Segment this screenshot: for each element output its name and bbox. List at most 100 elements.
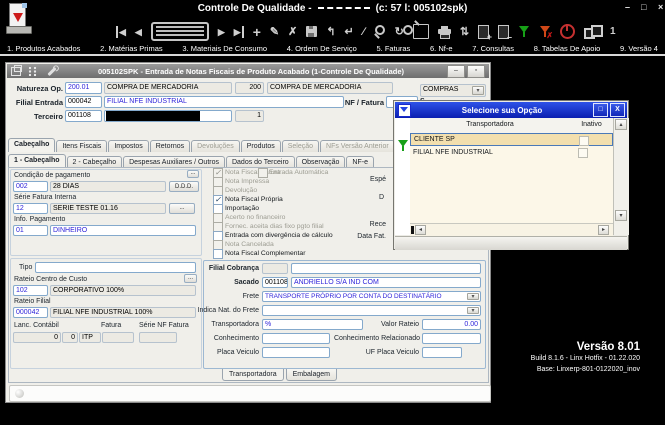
tipo-field[interactable] xyxy=(35,262,196,273)
add-icon[interactable]: + xyxy=(253,26,261,38)
sort-icon[interactable]: ⇅ xyxy=(460,26,469,38)
serie-more-button[interactable]: ... xyxy=(169,203,195,214)
brush-icon[interactable]: ∕ xyxy=(363,26,365,38)
rateio-filial-code-field[interactable]: 000042 xyxy=(13,307,48,318)
version-title: Versão 8.01 xyxy=(380,341,640,353)
frete-dropdown[interactable]: TRANSPORTE PRÓPRIO POR CONTA DO DESTINAT… xyxy=(262,291,481,302)
confirm-icon[interactable]: ↵ xyxy=(345,26,354,38)
label-devolucao: Devolução xyxy=(225,187,257,194)
undo-icon[interactable]: ↰ xyxy=(326,26,335,38)
menu-versao[interactable]: 9. Versão 4 xyxy=(620,44,658,53)
condicao-more-button[interactable]: ... xyxy=(187,170,199,178)
wrench-icon[interactable] xyxy=(47,66,56,75)
menu-consultas[interactable]: 7. Consultas xyxy=(472,44,514,53)
mdi-minimize-button[interactable]: – xyxy=(447,65,465,78)
tab-itens-fiscais[interactable]: Itens Fiscais xyxy=(56,140,107,152)
scroll-up-icon[interactable]: ▴ xyxy=(615,119,627,130)
remove-document-icon[interactable]: – xyxy=(498,25,509,39)
filial-code-field[interactable]: 000042 xyxy=(65,96,102,108)
next-record-icon[interactable]: ▶ xyxy=(218,26,225,38)
conhecimento-field[interactable] xyxy=(262,333,330,344)
edit-icon[interactable]: ✎ xyxy=(270,26,279,38)
grid-icon[interactable] xyxy=(28,66,37,77)
maximize-button[interactable]: □ xyxy=(641,2,646,12)
column-inativo[interactable]: Inativo xyxy=(570,121,613,128)
subtab-1-cabecalho[interactable]: 1 - Cabeçalho xyxy=(8,154,66,168)
clear-filter-icon[interactable]: ✗ xyxy=(539,25,551,38)
windows-icon[interactable] xyxy=(584,25,601,38)
terceiro-code-field[interactable]: 001108 xyxy=(65,110,102,122)
bottomtab-embalagem[interactable]: Embalagem xyxy=(286,369,337,381)
fatura-label: Fatura xyxy=(101,322,121,329)
tab-produtos[interactable]: Produtos xyxy=(241,140,281,152)
scroll-down-icon[interactable]: ▾ xyxy=(615,210,627,221)
mdi-maximize-button[interactable]: ▫ xyxy=(467,65,485,78)
transportadora-field[interactable]: % xyxy=(262,319,363,330)
popup-horizontal-scrollbar[interactable]: ◂ ▸ xyxy=(410,223,613,236)
info-pagamento-desc-field[interactable]: DINHEIRO xyxy=(50,225,196,236)
tab-retornos[interactable]: Retornos xyxy=(150,140,190,152)
search-icon[interactable] xyxy=(374,25,386,38)
restore-icon[interactable] xyxy=(11,67,21,76)
record-selector-icon[interactable] xyxy=(151,22,209,41)
tab-cabecalho[interactable]: Cabeçalho xyxy=(8,138,55,152)
menu-materiais-consumo[interactable]: 3. Materiais De Consumo xyxy=(182,44,267,53)
filial-cobranca-desc-field[interactable] xyxy=(291,263,481,274)
preview-icon[interactable] xyxy=(413,24,429,39)
previous-record-icon[interactable]: ◀ xyxy=(135,26,142,38)
list-item-filial-nfe[interactable]: FILIAL NFE INDUSTRIAL xyxy=(410,146,613,159)
inativo-checkbox[interactable] xyxy=(578,148,588,158)
column-transportadora[interactable]: Transportadora xyxy=(410,121,570,128)
valor-rateio-field[interactable]: 0.00 xyxy=(422,319,481,330)
dropdown-arrow-icon[interactable]: ▾ xyxy=(472,86,484,95)
last-record-icon[interactable]: ▶ xyxy=(234,26,244,38)
terceiro-desc-field[interactable] xyxy=(104,110,232,122)
ddd-button[interactable]: D.D.D. xyxy=(169,181,199,192)
sacado-desc-field[interactable]: ANDRIELLO S/A IND COM xyxy=(291,277,481,288)
popup-vertical-scrollbar[interactable]: ▴ ▾ xyxy=(613,118,629,235)
popup-maximize-button[interactable]: □ xyxy=(593,103,608,117)
info-pagamento-code-field[interactable]: 01 xyxy=(13,225,48,236)
scroll-right-icon[interactable]: ▸ xyxy=(598,225,609,235)
first-record-icon[interactable]: ◀ xyxy=(116,26,126,38)
filter-icon[interactable] xyxy=(518,25,530,38)
menu-materias-primas[interactable]: 2. Matérias Primas xyxy=(100,44,163,53)
menu-faturas[interactable]: 5. Faturas xyxy=(377,44,411,53)
menu-produtos-acabados[interactable]: 1. Produtos Acabados xyxy=(7,44,80,53)
save-icon[interactable] xyxy=(306,26,317,37)
natureza-label: Natureza Op. xyxy=(8,84,63,93)
rateio-cc-more-button[interactable]: ... xyxy=(184,274,197,283)
minimize-button[interactable]: – xyxy=(625,2,630,12)
delete-icon[interactable]: ✗ xyxy=(288,26,297,38)
info-pagamento-label: Info. Pagamento xyxy=(14,216,65,223)
inativo-checkbox[interactable] xyxy=(579,136,589,146)
tipo-operacao-dropdown[interactable]: COMPRAS▾ xyxy=(420,84,486,97)
green-funnel-icon[interactable] xyxy=(398,140,408,147)
tab-nfs-versao-anterior: NFs Versão Anterior xyxy=(320,140,395,152)
exit-icon[interactable] xyxy=(560,24,575,39)
checkbox-nota-complementar[interactable] xyxy=(213,249,223,259)
bottomtab-transportadora[interactable]: Transportadora xyxy=(222,369,284,381)
tab-impostos[interactable]: Impostos xyxy=(108,140,148,152)
menu-nfe[interactable]: 6. Nf-e xyxy=(430,44,453,53)
indica-nat-frete-dropdown[interactable]: ▾ xyxy=(262,305,481,316)
dropdown-arrow-icon[interactable]: ▾ xyxy=(467,307,479,314)
sacado-code-field[interactable]: 001108 xyxy=(262,277,288,288)
condicao-code-field[interactable]: 002 xyxy=(13,181,48,192)
filial-desc-field[interactable]: FILIAL NFE INDUSTRIAL xyxy=(104,96,344,108)
rateio-cc-code-field[interactable]: 102 xyxy=(13,285,48,296)
menu-ordem-servico[interactable]: 4. Ordem De Serviço xyxy=(287,44,357,53)
natureza-code-field[interactable]: 200.01 xyxy=(65,82,102,94)
menu-tabelas-apoio[interactable]: 8. Tabelas De Apoio xyxy=(534,44,601,53)
popup-close-button[interactable]: X xyxy=(610,103,625,117)
placa-veiculo-field[interactable] xyxy=(262,347,330,358)
scrollbar-thumb[interactable] xyxy=(411,226,414,234)
menu-bar: 1. Produtos Acabados 2. Matérias Primas … xyxy=(0,42,665,56)
serie-code-field[interactable]: 12 xyxy=(13,203,48,214)
scroll-left-icon[interactable]: ◂ xyxy=(415,225,426,235)
dropdown-arrow-icon[interactable]: ▾ xyxy=(467,293,479,300)
print-icon[interactable] xyxy=(438,26,451,38)
list-item-cliente-sp[interactable]: CLIENTE SP xyxy=(410,133,613,146)
close-button[interactable]: × xyxy=(658,2,663,12)
add-document-icon[interactable]: + xyxy=(478,25,489,39)
